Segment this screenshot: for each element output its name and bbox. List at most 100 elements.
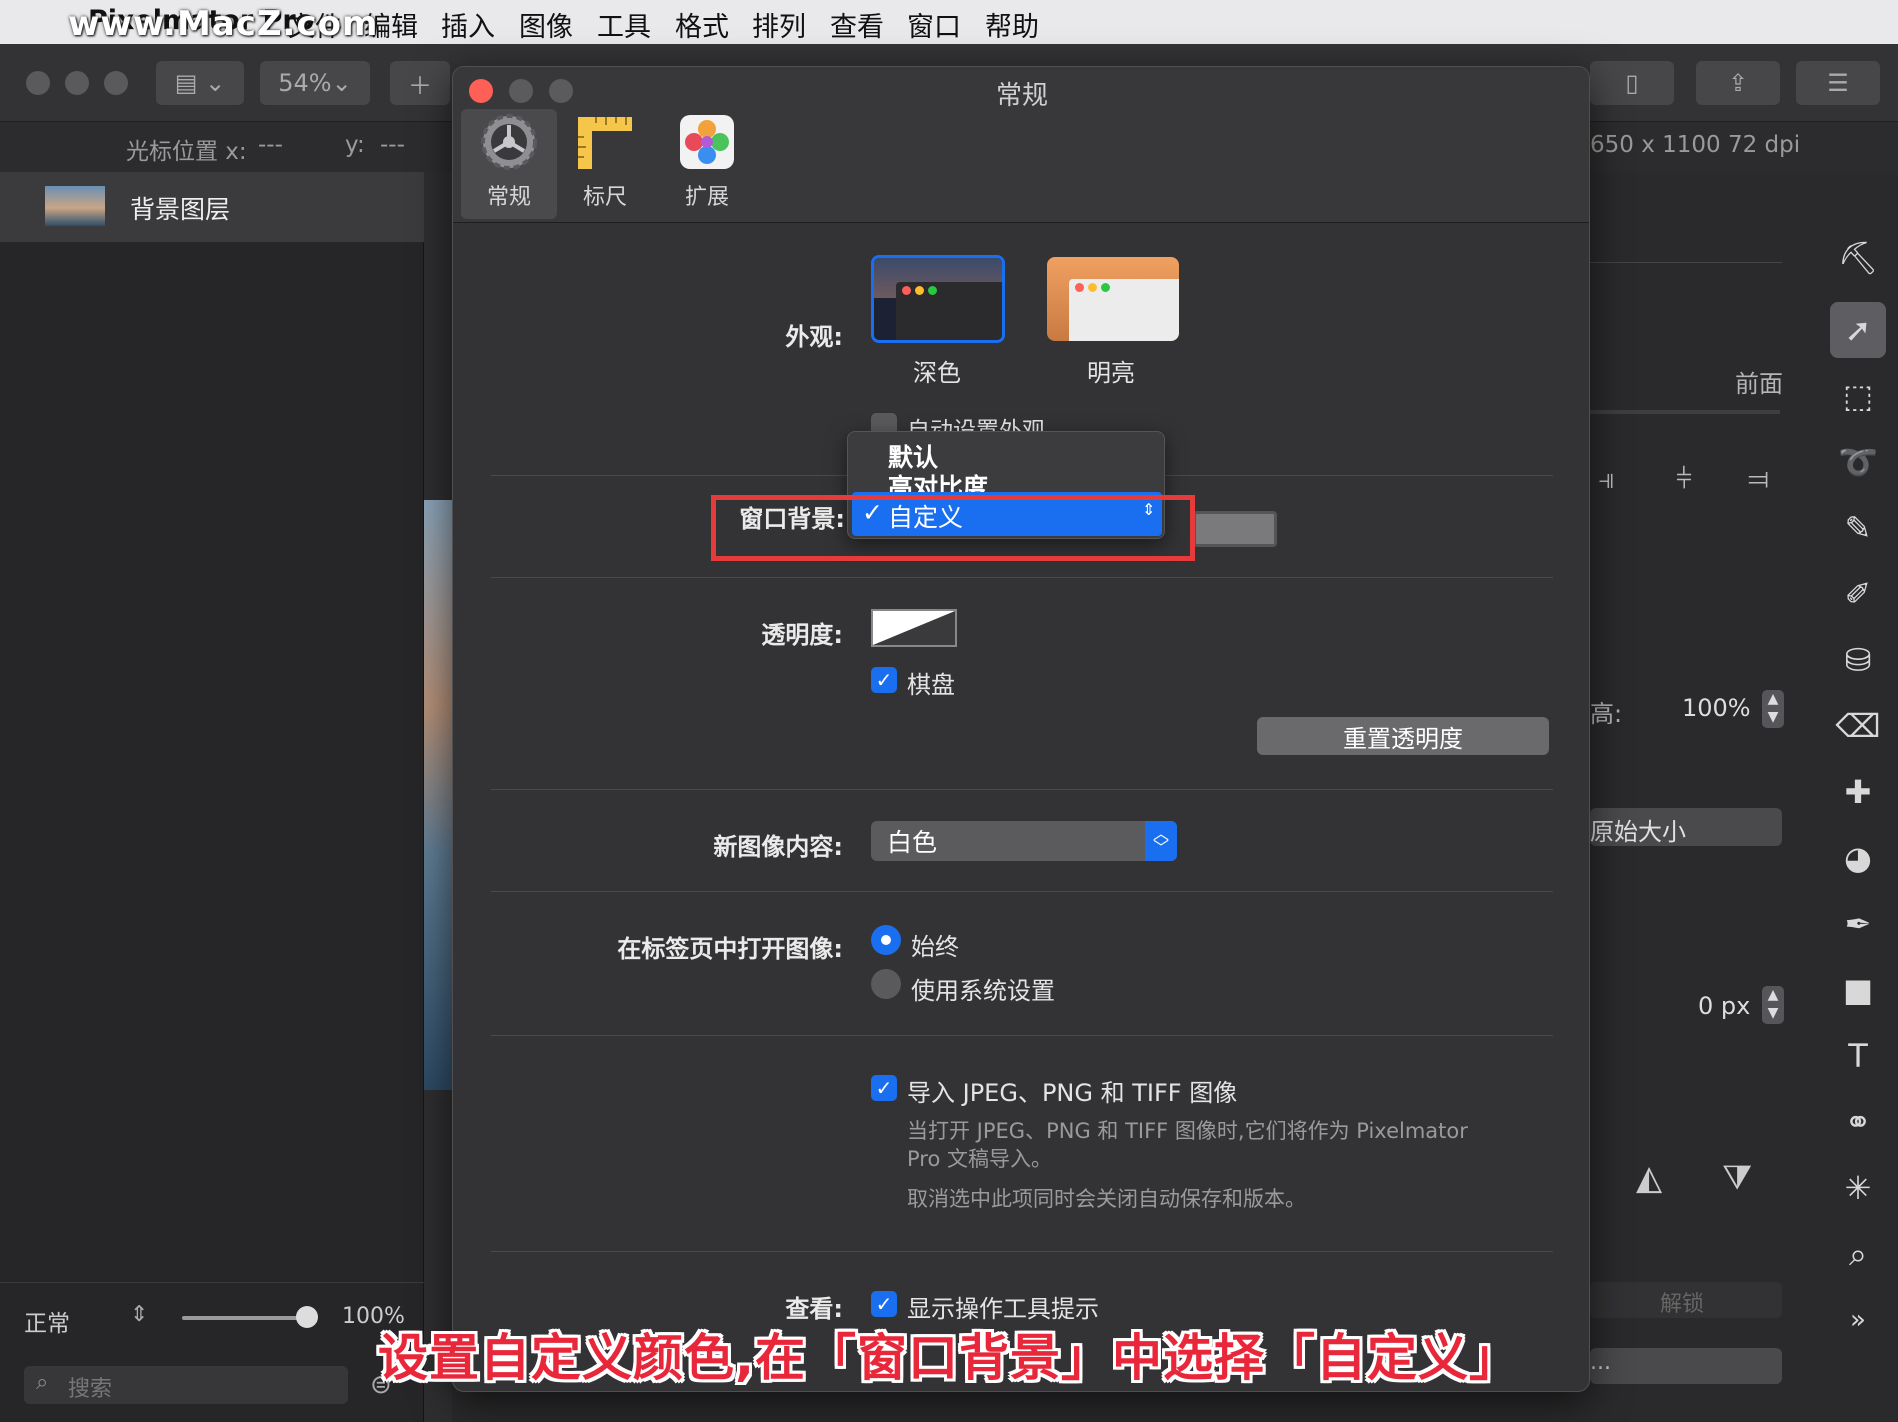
open-always-radio[interactable]: [871, 925, 901, 955]
menu-format[interactable]: 格式: [675, 5, 729, 44]
plus-icon: ＋: [408, 71, 432, 100]
fill-tool-icon[interactable]: ⛁: [1830, 632, 1886, 688]
effects-tool-icon[interactable]: ✳: [1830, 1160, 1886, 1216]
divider: [491, 891, 1553, 892]
flip-horizontal-icon[interactable]: ◭: [1636, 1158, 1662, 1198]
appearance-light-option[interactable]: [1047, 257, 1179, 341]
show-tooltips-checkbox[interactable]: ✓: [871, 1291, 897, 1317]
layer-name: 背景图层: [130, 195, 231, 224]
divider: [1590, 262, 1782, 263]
zoom-window-button[interactable]: [104, 71, 128, 95]
tab-extensions[interactable]: 扩展: [659, 109, 755, 219]
shape-tool-icon[interactable]: ■: [1830, 962, 1886, 1018]
eraser-tool-icon[interactable]: ⌫: [1830, 698, 1886, 754]
repair-tool-icon[interactable]: ✚: [1830, 764, 1886, 820]
gear-icon: [481, 114, 537, 170]
menu-image[interactable]: 图像: [519, 5, 573, 44]
divider: [1590, 410, 1780, 414]
scale-stepper[interactable]: ▲ ▼: [1762, 690, 1784, 728]
tutorial-caption: 设置自定义颜色,在「窗口背景」中选择「自定义」: [378, 1329, 1520, 1387]
scale-value[interactable]: 100%: [1682, 694, 1751, 722]
appearance-light-label: 明亮: [1087, 359, 1135, 387]
custom-color-well[interactable]: [1193, 511, 1277, 547]
tools-sidebar: ⛏ ➚ ⬚ ➰ ✎ ✐ ⛁ ⌫ ✚ ◕ ✒ ■ T ⚭ ✳ ⌕ »: [1818, 230, 1898, 1360]
quick-select-tool-icon[interactable]: ✎: [1830, 500, 1886, 556]
dialog-header: 常规 常规 标尺 扩展: [453, 67, 1589, 223]
import-checkbox[interactable]: ✓: [871, 1075, 897, 1101]
align-right-icon[interactable]: ⫤: [1748, 462, 1769, 496]
menu-insert[interactable]: 插入: [441, 5, 495, 44]
new-image-content-label: 新图像内容:: [713, 833, 843, 861]
pen-tool-icon[interactable]: ✒: [1830, 896, 1886, 952]
tab-general[interactable]: 常规: [461, 109, 557, 219]
document-button[interactable]: ▯: [1590, 61, 1674, 105]
cursor-y-value: ---: [380, 132, 405, 158]
zoom-tool-icon[interactable]: ⌕: [1830, 1226, 1886, 1282]
clone-tool-icon[interactable]: ◕: [1830, 830, 1886, 886]
new-image-content-select[interactable]: 白色 ︿ ﹀: [871, 821, 1177, 861]
opacity-swatch[interactable]: [871, 609, 957, 647]
checkerboard-checkbox[interactable]: ✓: [871, 667, 897, 693]
menu-window[interactable]: 窗口: [907, 5, 961, 44]
canvas-image: [424, 500, 452, 1090]
brush-tool-icon[interactable]: ✐: [1830, 566, 1886, 622]
open-system-radio[interactable]: [871, 969, 901, 999]
y-position-value[interactable]: 0 px: [1698, 992, 1750, 1020]
import-label: 导入 JPEG、PNG 和 TIFF 图像: [907, 1079, 1238, 1107]
reset-opacity-button[interactable]: 重置透明度: [1257, 717, 1549, 755]
scale-label: 高:: [1590, 700, 1623, 728]
divider: [0, 1282, 424, 1283]
paint-tool-icon[interactable]: ⛏: [1830, 230, 1886, 286]
document-icon: ▯: [1625, 69, 1639, 97]
divider: [491, 1035, 1553, 1036]
menu-tools[interactable]: 工具: [597, 5, 651, 44]
sidebar-icon: ▤ ⌄: [174, 69, 226, 97]
share-button[interactable]: ⇪: [1696, 61, 1780, 105]
chevron-down-icon: ⌄: [331, 69, 352, 97]
arrange-tool-icon[interactable]: ➚: [1830, 302, 1886, 358]
color-adjust-tool-icon[interactable]: ⚭: [1830, 1094, 1886, 1150]
unlock-button[interactable]: 解锁: [1590, 1282, 1782, 1318]
open-in-tabs-label: 在标签页中打开图像:: [617, 935, 843, 963]
lasso-tool-icon[interactable]: ➰: [1830, 434, 1886, 490]
adjust-button[interactable]: ☰: [1796, 61, 1880, 105]
cursor-x-value: ---: [258, 132, 283, 158]
align-center-icon[interactable]: ⫩: [1676, 462, 1692, 496]
tab-rulers[interactable]: 标尺: [557, 109, 653, 219]
zoom-select[interactable]: 54% ⌄: [260, 61, 370, 105]
close-window-button[interactable]: [26, 71, 50, 95]
select-tool-icon[interactable]: ⬚: [1830, 368, 1886, 424]
menu-help[interactable]: 帮助: [985, 5, 1039, 44]
minimize-window-button[interactable]: [65, 71, 89, 95]
highlight-box: [711, 495, 1195, 561]
opacity-label: 透明度:: [761, 621, 843, 649]
appearance-label: 外观:: [785, 323, 843, 351]
watermark: www.MacZ.com: [68, 4, 379, 44]
open-system-label: 使用系统设置: [911, 977, 1055, 1005]
cursor-x-label: 光标位置 x:: [126, 139, 247, 165]
arrange-front-label[interactable]: 前面: [1735, 364, 1783, 399]
sidebar-toggle-button[interactable]: ▤ ⌄: [156, 61, 244, 105]
menu-view[interactable]: 查看: [830, 5, 884, 44]
import-desc-line2: Pro 文稿导入。: [907, 1147, 1052, 1171]
layer-row[interactable]: 背景图层: [0, 172, 424, 242]
chevron-updown-icon: ︿ ﹀: [1145, 821, 1177, 861]
original-size-button[interactable]: 原始大小: [1590, 808, 1782, 846]
add-button[interactable]: ＋: [390, 61, 450, 105]
divider: [491, 577, 1553, 578]
align-left-icon[interactable]: ⫣: [1598, 462, 1615, 496]
ruler-icon: [578, 117, 632, 169]
open-always-label: 始终: [911, 933, 959, 961]
appearance-dark-option[interactable]: [871, 255, 1005, 343]
divider: [491, 1251, 1553, 1252]
checkerboard-label: 棋盘: [907, 671, 955, 699]
share-icon: ⇪: [1727, 69, 1749, 97]
y-position-stepper[interactable]: ▲ ▼: [1762, 986, 1784, 1024]
menu-item-high-contrast[interactable]: 高对比度: [888, 468, 988, 492]
doc-info: 650 x 1100 72 dpi: [1590, 132, 1801, 158]
flip-vertical-icon[interactable]: ⧩: [1722, 1158, 1752, 1198]
menu-arrange[interactable]: 排列: [752, 5, 806, 44]
type-tool-icon[interactable]: T: [1830, 1028, 1886, 1084]
layers-panel: 背景图层 正常 ⇕ 100% ⌕ 搜索 ⊜: [0, 172, 424, 1422]
preferences-dialog: 常规 常规 标尺 扩展 外观: 深色 明亮 默认 高对比度 ✓ 自定义 ⇕ 窗口…: [452, 66, 1590, 1392]
